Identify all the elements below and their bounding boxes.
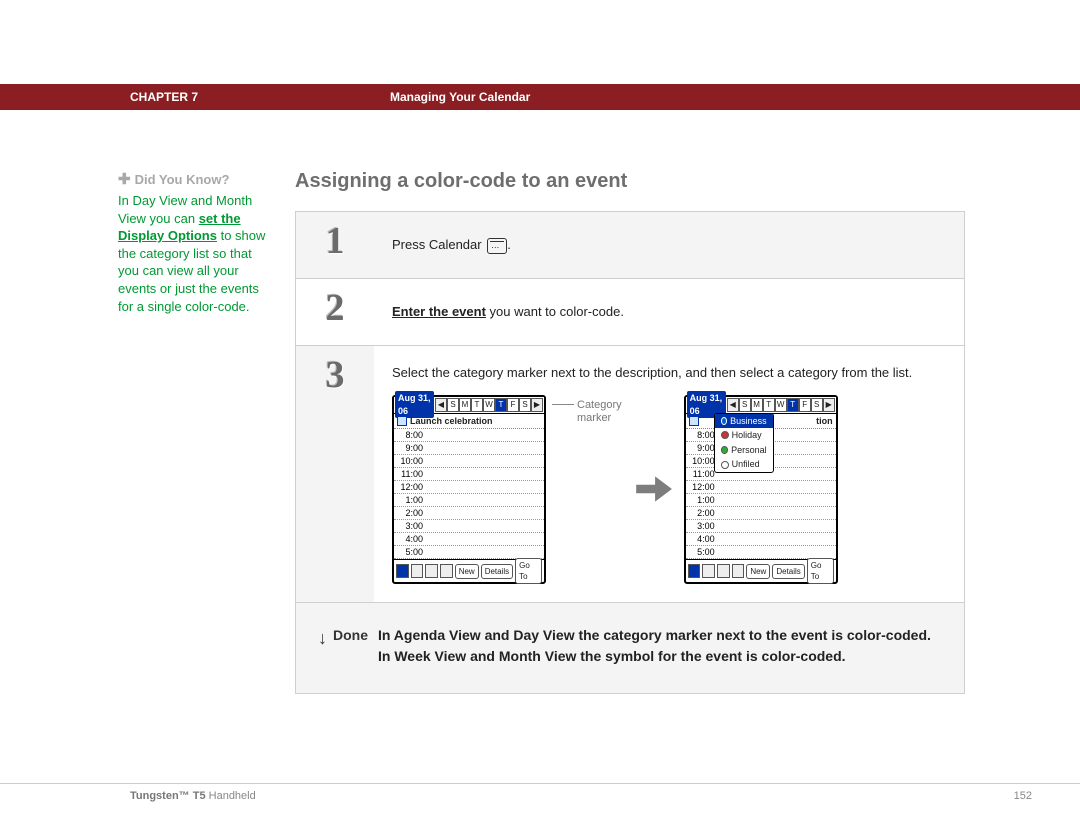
- new-button: New: [455, 564, 479, 579]
- page-number: 152: [1014, 790, 1032, 802]
- view-icon: [732, 564, 745, 578]
- popup-option: Personal: [715, 443, 773, 458]
- dyk-heading: Did You Know?: [135, 172, 230, 187]
- new-button: New: [746, 564, 770, 579]
- prev-arrow-icon: ◀: [727, 398, 739, 412]
- step-number: 3: [326, 356, 345, 394]
- handheld-screenshot-before: Aug 31, 06 ◀ S M T W T: [392, 395, 546, 585]
- down-arrow-icon: ↓: [318, 625, 327, 652]
- step-2-text: Enter the event you want to color-code.: [374, 279, 964, 345]
- section-heading: Assigning a color-code to an event: [295, 170, 965, 193]
- plus-icon: ✚: [118, 171, 131, 188]
- step-3: 3 Select the category marker next to the…: [296, 345, 964, 602]
- step-2: 2 Enter the event you want to color-code…: [296, 278, 964, 345]
- done-label: ↓Done: [318, 625, 378, 667]
- goto-button: Go To: [807, 558, 834, 584]
- day-picker: ◀ S M T W T F S: [727, 398, 835, 412]
- step-number: 2: [326, 289, 345, 327]
- handheld-toolbar: New Details Go To: [686, 559, 836, 582]
- popup-option: Holiday: [715, 428, 773, 443]
- arrow-right-icon: [632, 468, 674, 510]
- category-marker-icon: [397, 416, 407, 426]
- view-icon: [688, 564, 701, 578]
- step-number: 1: [326, 222, 345, 260]
- enter-event-link[interactable]: Enter the event: [392, 304, 486, 319]
- goto-button: Go To: [515, 558, 542, 584]
- dyk-body: In Day View and Month View you can set t…: [118, 192, 275, 315]
- event-row: Launch celebration: [394, 414, 544, 430]
- chapter-number: CHAPTER 7: [0, 90, 390, 104]
- done-text: In Agenda View and Day View the category…: [378, 625, 942, 667]
- view-icon: [425, 564, 438, 578]
- handheld-toolbar: New Details Go To: [394, 559, 544, 582]
- step-1-text: Press Calendar .: [374, 212, 964, 278]
- details-button: Details: [481, 564, 513, 579]
- chapter-header: CHAPTER 7 Managing Your Calendar: [0, 84, 1080, 110]
- view-icon: [396, 564, 409, 578]
- category-marker-label: Category marker: [552, 399, 622, 425]
- view-icon: [702, 564, 715, 578]
- category-popup: Business Holiday Personal Unfiled: [714, 413, 774, 473]
- next-arrow-icon: ▶: [531, 398, 543, 412]
- popup-option: Unfiled: [715, 457, 773, 472]
- product-name: Tungsten™ T5 Handheld: [130, 790, 256, 802]
- step-1: 1 Press Calendar .: [296, 212, 964, 278]
- page-footer: Tungsten™ T5 Handheld 152: [0, 783, 1080, 802]
- chapter-title: Managing Your Calendar: [390, 90, 530, 104]
- step-3-text: Select the category marker next to the d…: [392, 364, 946, 382]
- view-icon: [411, 564, 424, 578]
- category-marker-icon: [689, 416, 699, 426]
- details-button: Details: [772, 564, 804, 579]
- sidebar-did-you-know: ✚ Did You Know? In Day View and Month Vie…: [0, 170, 275, 694]
- popup-option: Business: [715, 414, 773, 429]
- day-picker: ◀ S M T W T F S: [435, 398, 543, 412]
- view-icon: [717, 564, 730, 578]
- steps-container: 1 Press Calendar . 2 Enter the event you…: [295, 211, 965, 694]
- prev-arrow-icon: ◀: [435, 398, 447, 412]
- view-icon: [440, 564, 453, 578]
- calendar-button-icon: [487, 238, 507, 254]
- next-arrow-icon: ▶: [823, 398, 835, 412]
- done-row: ↓Done In Agenda View and Day View the ca…: [296, 602, 964, 693]
